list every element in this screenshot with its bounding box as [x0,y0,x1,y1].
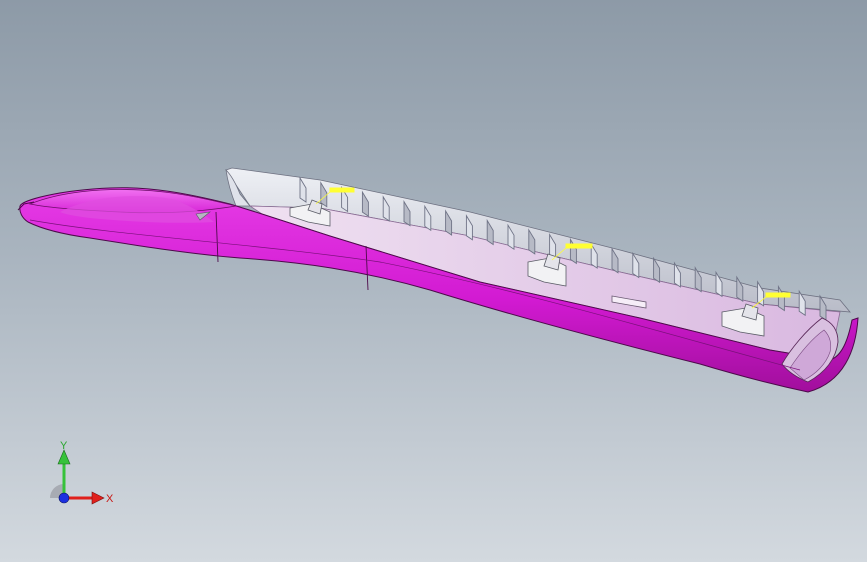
interior-cavity [248,205,841,361]
cad-graphics-viewport[interactable]: Y X [0,0,867,562]
z-axis-icon [58,492,70,504]
remote-shell-3d-model[interactable] [0,0,867,562]
coordinate-triad: Y X [50,440,114,505]
rib-slot [715,270,723,298]
rib-slot [757,280,765,307]
rib-slot [777,284,785,312]
rib-slot [736,275,744,302]
x-axis-label: X [106,493,114,505]
y-axis-label: Y [60,440,68,452]
